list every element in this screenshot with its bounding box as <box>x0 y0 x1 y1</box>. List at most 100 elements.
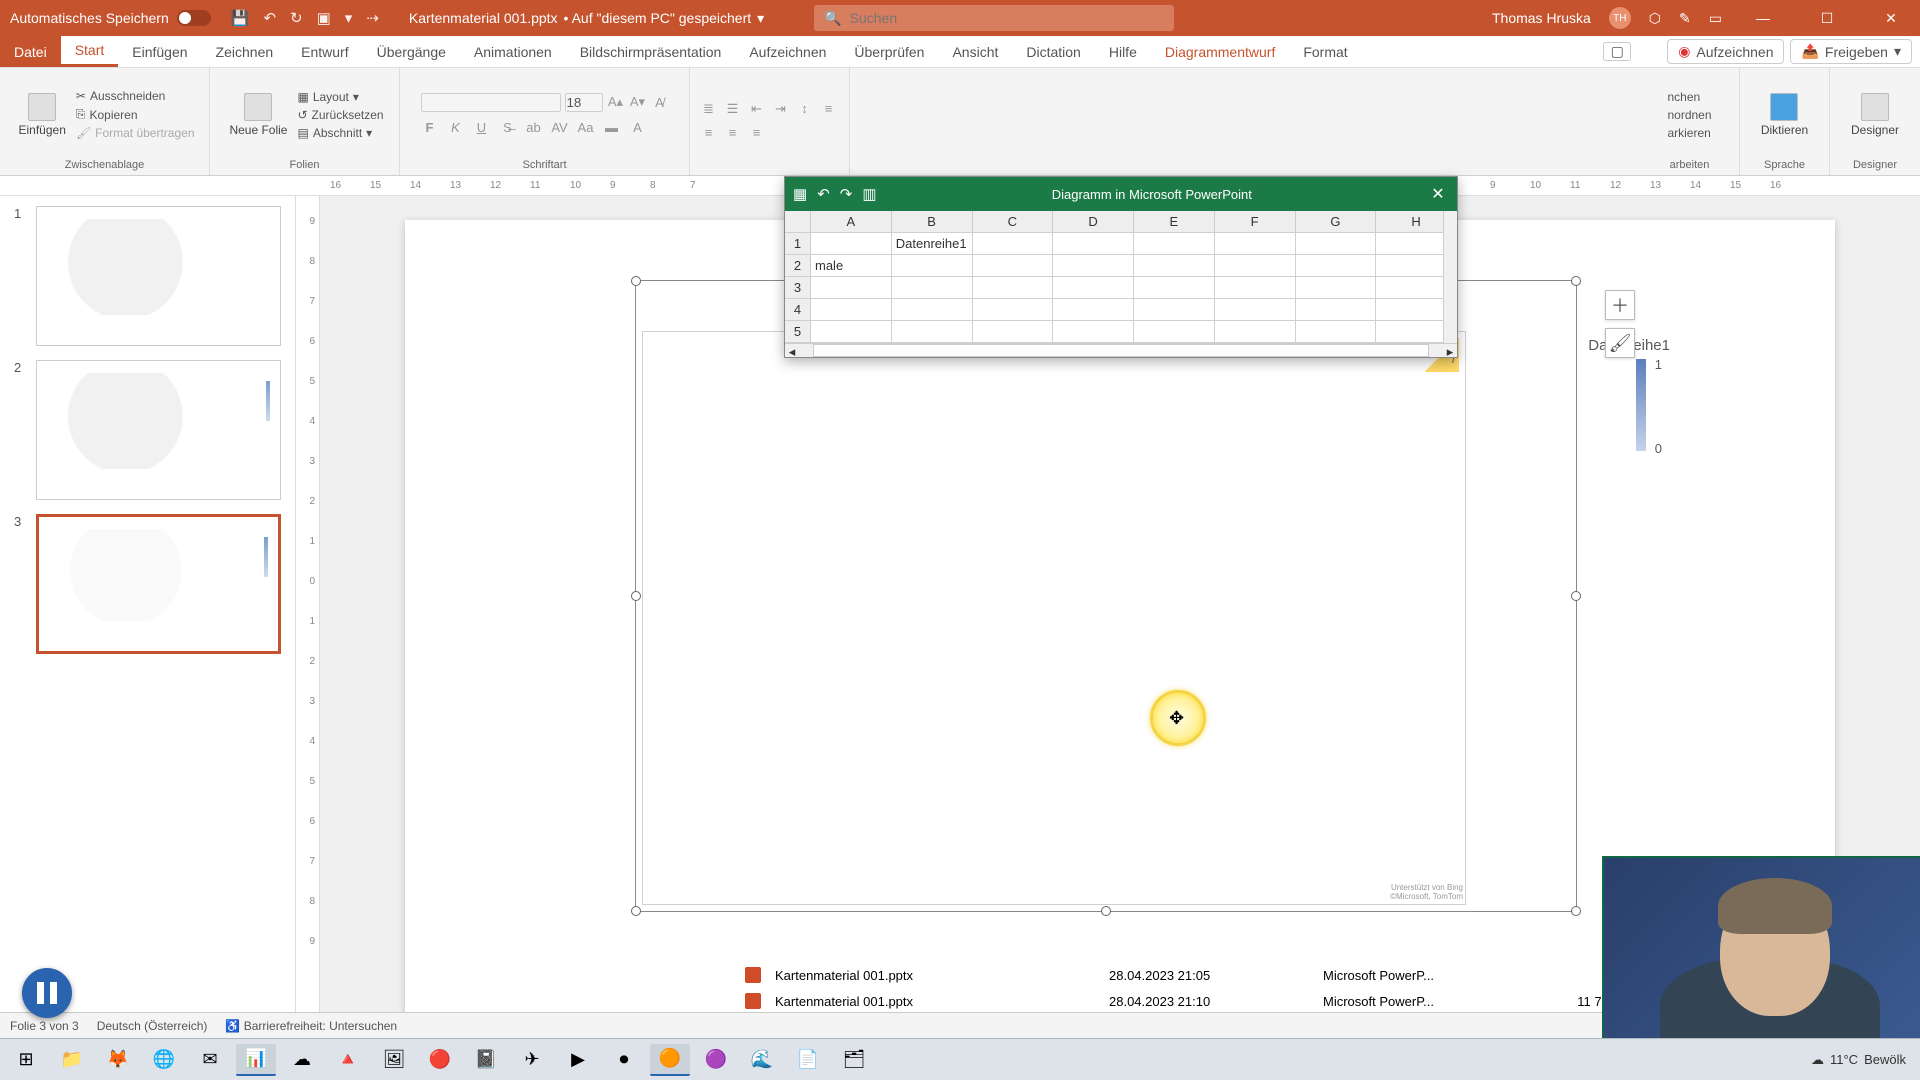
thumbnail-1[interactable]: 1 <box>14 206 281 346</box>
cell[interactable] <box>1053 233 1134 254</box>
case-icon[interactable]: Aa <box>577 118 595 136</box>
tab-einfuegen[interactable]: Einfügen <box>118 36 201 67</box>
slide-counter[interactable]: Folie 3 von 3 <box>10 1019 79 1033</box>
increase-indent-icon[interactable]: ⇥ <box>772 100 790 118</box>
start-button[interactable]: ⊞ <box>6 1044 46 1076</box>
col-header[interactable]: B <box>892 211 973 232</box>
cell[interactable] <box>811 233 892 254</box>
layout-button[interactable]: ▦Layout▾ <box>297 89 383 105</box>
autosave-control[interactable]: Automatisches Speichern <box>0 10 221 26</box>
row-header[interactable]: 2 <box>785 255 811 276</box>
row-header[interactable]: 5 <box>785 321 811 342</box>
resize-handle[interactable] <box>1101 906 1111 916</box>
resize-handle[interactable] <box>1571 276 1581 286</box>
cell[interactable] <box>973 255 1054 276</box>
chart-styles-button[interactable]: 🖌 <box>1605 328 1635 358</box>
tab-file[interactable]: Datei <box>0 36 61 67</box>
taskbar-firefox-icon[interactable]: 🦊 <box>98 1044 138 1076</box>
scroll-left-icon[interactable]: ◂ <box>785 344 799 357</box>
cut-button[interactable]: ✂Ausschneiden <box>76 88 195 104</box>
resize-handle[interactable] <box>631 906 641 916</box>
justify-icon[interactable]: ≡ <box>748 124 766 142</box>
decrease-font-icon[interactable]: A▾ <box>629 93 647 111</box>
select-all-corner[interactable] <box>785 211 811 232</box>
thumbnail-3[interactable]: 3 <box>14 514 281 654</box>
document-title[interactable]: Kartenmaterial 001.pptx • Auf "diesem PC… <box>389 10 784 27</box>
slide-thumbnails-panel[interactable]: 1 2 3 <box>0 196 296 1012</box>
save-icon[interactable]: 💾 <box>231 9 250 27</box>
reset-button[interactable]: ↺Zurücksetzen <box>297 107 383 123</box>
shadow-icon[interactable]: ab <box>525 118 543 136</box>
resize-handle[interactable] <box>631 591 641 601</box>
designer-button[interactable]: Designer <box>1847 91 1903 139</box>
accessibility-check[interactable]: ♿ Barrierefreiheit: Untersuchen <box>225 1019 397 1033</box>
minimize-button[interactable]: — <box>1740 0 1786 36</box>
taskbar-edge-icon[interactable]: 🌊 <box>742 1044 782 1076</box>
row-header[interactable]: 4 <box>785 299 811 320</box>
cell[interactable] <box>1134 233 1215 254</box>
tab-dictation[interactable]: Dictation <box>1012 36 1094 67</box>
weather-widget[interactable]: ☁ 11°C Bewölk <box>1811 1052 1906 1068</box>
scroll-right-icon[interactable]: ▸ <box>1443 344 1457 357</box>
align-center-icon[interactable]: ≡ <box>700 124 718 142</box>
col-header[interactable]: D <box>1053 211 1134 232</box>
taskbar-app-icon[interactable]: ☁ <box>282 1044 322 1076</box>
cell[interactable] <box>973 233 1054 254</box>
collapse-ribbon-icon[interactable]: ▢ <box>1603 42 1631 61</box>
new-slide-button[interactable]: Neue Folie <box>225 91 291 139</box>
taskbar-app-icon[interactable]: 🔺 <box>328 1044 368 1076</box>
excel-save-icon[interactable]: ▦ <box>793 185 807 203</box>
tab-diagrammentwurf[interactable]: Diagrammentwurf <box>1151 36 1289 67</box>
taskbar-app-icon[interactable]: 📄 <box>788 1044 828 1076</box>
taskbar-app-icon[interactable]: ✈ <box>512 1044 552 1076</box>
taskbar-onenote-icon[interactable]: 📓 <box>466 1044 506 1076</box>
numbering-icon[interactable]: ☰ <box>724 100 742 118</box>
cell[interactable] <box>1215 233 1296 254</box>
tab-zeichnen[interactable]: Zeichnen <box>202 36 288 67</box>
chart-plot-area[interactable]: Unterstützt von Bing ©Microsoft, TomTom <box>642 331 1466 905</box>
increase-font-icon[interactable]: A▴ <box>607 93 625 111</box>
scroll-track[interactable] <box>813 344 1429 357</box>
qat-overflow-icon[interactable]: ⇢ <box>366 9 379 27</box>
underline-icon[interactable]: U <box>473 118 491 136</box>
italic-icon[interactable]: K <box>447 118 465 136</box>
excel-close-button[interactable]: ✕ <box>1427 184 1449 204</box>
row-header[interactable]: 3 <box>785 277 811 298</box>
record-button[interactable]: ◉ Aufzeichnen <box>1667 39 1784 64</box>
cell[interactable] <box>1053 255 1134 276</box>
excel-redo-icon[interactable]: ↷ <box>840 185 853 203</box>
user-name[interactable]: Thomas Hruska <box>1492 10 1591 26</box>
tab-aufzeichnen[interactable]: Aufzeichnen <box>735 36 840 67</box>
maximize-button[interactable]: ☐ <box>1804 0 1850 36</box>
pause-recording-badge[interactable] <box>22 968 72 1018</box>
partial-arrange[interactable]: nordnen <box>1667 107 1711 123</box>
decrease-indent-icon[interactable]: ⇤ <box>748 100 766 118</box>
col-header[interactable]: F <box>1215 211 1296 232</box>
window-mode-icon[interactable]: ▭ <box>1709 10 1722 27</box>
taskbar-explorer-icon[interactable]: 📁 <box>52 1044 92 1076</box>
format-painter-button[interactable]: 🖌Format übertragen <box>76 125 195 141</box>
cell[interactable] <box>1296 255 1377 276</box>
tab-entwurf[interactable]: Entwurf <box>287 36 362 67</box>
resize-handle[interactable] <box>631 276 641 286</box>
cell[interactable] <box>1134 255 1215 276</box>
taskbar-powerpoint-icon[interactable]: 📊 <box>236 1044 276 1076</box>
font-size-combo[interactable] <box>565 93 603 112</box>
thumbnail-2[interactable]: 2 <box>14 360 281 500</box>
undo-icon[interactable]: ↶ <box>263 9 276 27</box>
bullets-icon[interactable]: ≣ <box>700 100 718 118</box>
cell[interactable] <box>811 277 892 298</box>
taskbar-app-icon[interactable]: 🖼 <box>374 1044 414 1076</box>
share-button[interactable]: 📤 Freigeben ▾ <box>1790 39 1912 64</box>
excel-edit-icon[interactable]: ▥ <box>862 185 876 203</box>
partial-select[interactable]: arkieren <box>1667 125 1711 141</box>
font-name-combo[interactable] <box>421 93 561 112</box>
tab-ansicht[interactable]: Ansicht <box>938 36 1012 67</box>
highlight-icon[interactable]: ▬ <box>603 118 621 136</box>
chevron-down-icon[interactable]: ▾ <box>757 10 764 27</box>
dictate-button[interactable]: Diktieren <box>1757 91 1812 139</box>
taskbar-app-icon[interactable]: 🟣 <box>696 1044 736 1076</box>
close-button[interactable]: ✕ <box>1868 0 1914 36</box>
redo-icon[interactable]: ↻ <box>290 9 303 27</box>
language-indicator[interactable]: Deutsch (Österreich) <box>97 1019 208 1033</box>
